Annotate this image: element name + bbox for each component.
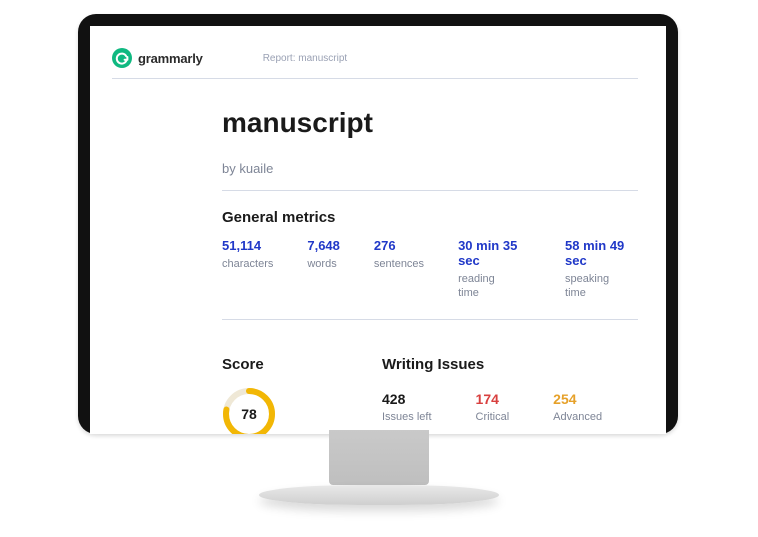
issue-label: Advanced: [553, 411, 602, 423]
monitor-stand-neck: [329, 430, 429, 485]
issue-value: 254: [553, 391, 602, 407]
screen: grammarly Report: manuscript manuscript …: [90, 26, 666, 434]
metric-sentences: 276 sentences: [374, 238, 424, 301]
issue-label: Issues left: [382, 411, 432, 423]
metric-speaking-time: 58 min 49 sec speaking time: [565, 238, 638, 301]
metric-label: characters: [222, 257, 273, 271]
metrics-heading: General metrics: [222, 209, 638, 226]
metric-characters: 51,114 characters: [222, 238, 273, 301]
metric-value: 58 min 49 sec: [565, 238, 638, 268]
issues-advanced: 254 Advanced: [553, 391, 602, 423]
grammarly-icon: [112, 48, 132, 68]
general-metrics: 51,114 characters 7,648 words 276 senten…: [222, 238, 638, 320]
breadcrumb: Report: manuscript: [263, 53, 347, 64]
metric-value: 7,648: [307, 238, 340, 253]
score-value: 78: [222, 387, 276, 434]
writing-issues-section: Writing Issues 428 Issues left 174 Criti…: [382, 338, 638, 434]
monitor-stand-base: [259, 485, 499, 505]
issues-left: 428 Issues left: [382, 391, 432, 423]
metric-reading-time: 30 min 35 sec reading time: [458, 238, 531, 301]
document-title: manuscript: [222, 107, 638, 139]
metric-value: 276: [374, 238, 424, 253]
metric-label: words: [307, 257, 340, 271]
metric-label: speaking time: [565, 272, 638, 301]
issues-critical: 174 Critical: [476, 391, 510, 423]
metric-value: 51,114: [222, 238, 273, 253]
score-section: Score 78: [222, 338, 382, 434]
metric-words: 7,648 words: [307, 238, 340, 301]
issues-row: 428 Issues left 174 Critical 254 Advance…: [382, 391, 638, 423]
header: grammarly Report: manuscript: [112, 48, 638, 79]
issue-value: 428: [382, 391, 432, 407]
byline: by kuaile: [222, 161, 638, 191]
score-ring: 78: [222, 387, 382, 434]
monitor-frame: grammarly Report: manuscript manuscript …: [78, 14, 678, 434]
report-page: grammarly Report: manuscript manuscript …: [90, 26, 666, 434]
brand-logo[interactable]: grammarly: [112, 48, 203, 68]
metric-value: 30 min 35 sec: [458, 238, 531, 268]
issue-label: Critical: [476, 411, 510, 423]
issue-value: 174: [476, 391, 510, 407]
metric-label: reading time: [458, 272, 531, 301]
metric-label: sentences: [374, 257, 424, 271]
issues-heading: Writing Issues: [382, 356, 638, 373]
score-heading: Score: [222, 356, 382, 373]
score-issues-row: Score 78: [222, 338, 638, 434]
report-content: manuscript by kuaile General metrics 51,…: [112, 107, 638, 434]
brand-name: grammarly: [138, 51, 203, 66]
